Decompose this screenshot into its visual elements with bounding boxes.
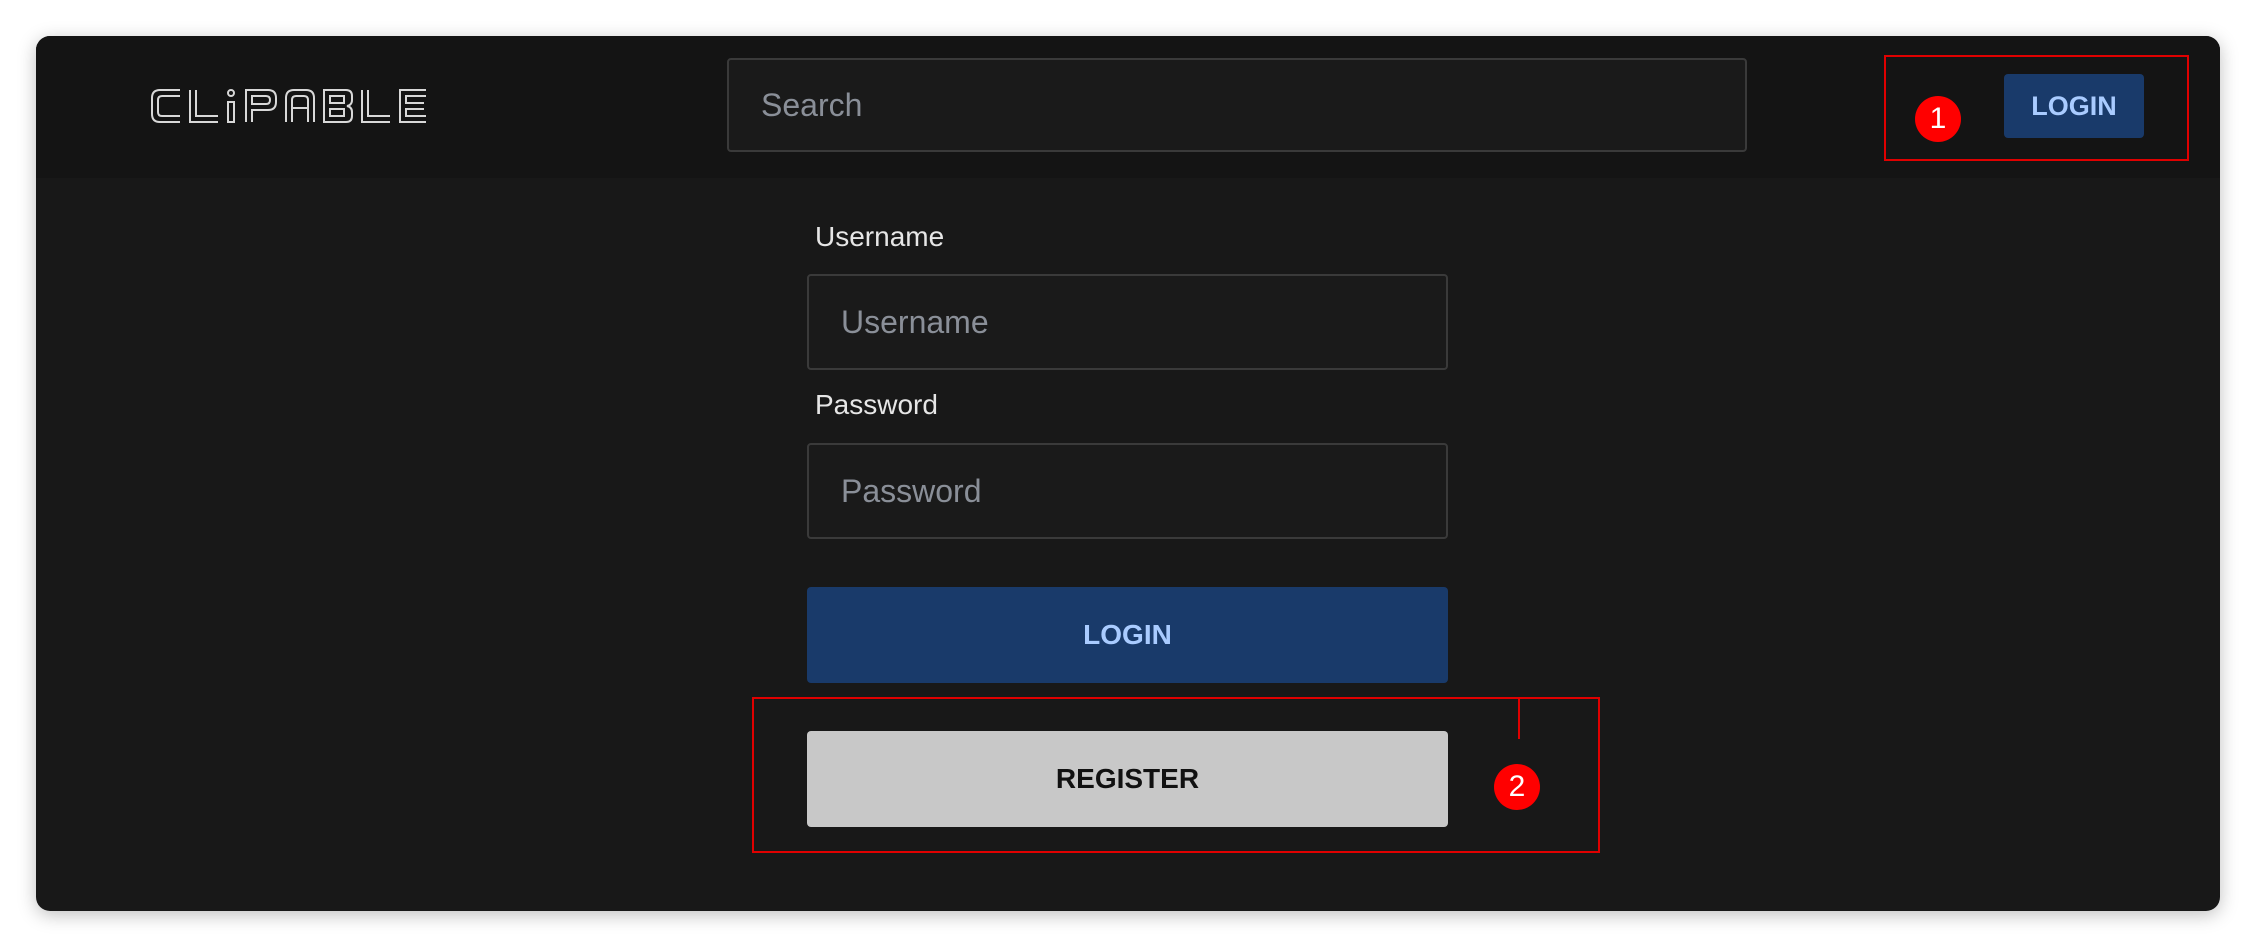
annotation-badge-2: 2 — [1494, 764, 1540, 810]
search-input[interactable] — [727, 58, 1747, 152]
annotation-box-2 — [752, 697, 1600, 853]
clipable-logo-icon — [151, 89, 426, 123]
username-label: Username — [815, 221, 945, 252]
username-field[interactable] — [807, 274, 1448, 370]
login-button[interactable]: LOGIN — [807, 587, 1448, 683]
password-field[interactable] — [807, 443, 1448, 539]
clipable-logo[interactable] — [146, 76, 446, 136]
annotation-leader-line-2 — [1518, 697, 1520, 739]
password-label: Password — [815, 389, 938, 420]
annotation-badge-1: 1 — [1915, 96, 1961, 142]
